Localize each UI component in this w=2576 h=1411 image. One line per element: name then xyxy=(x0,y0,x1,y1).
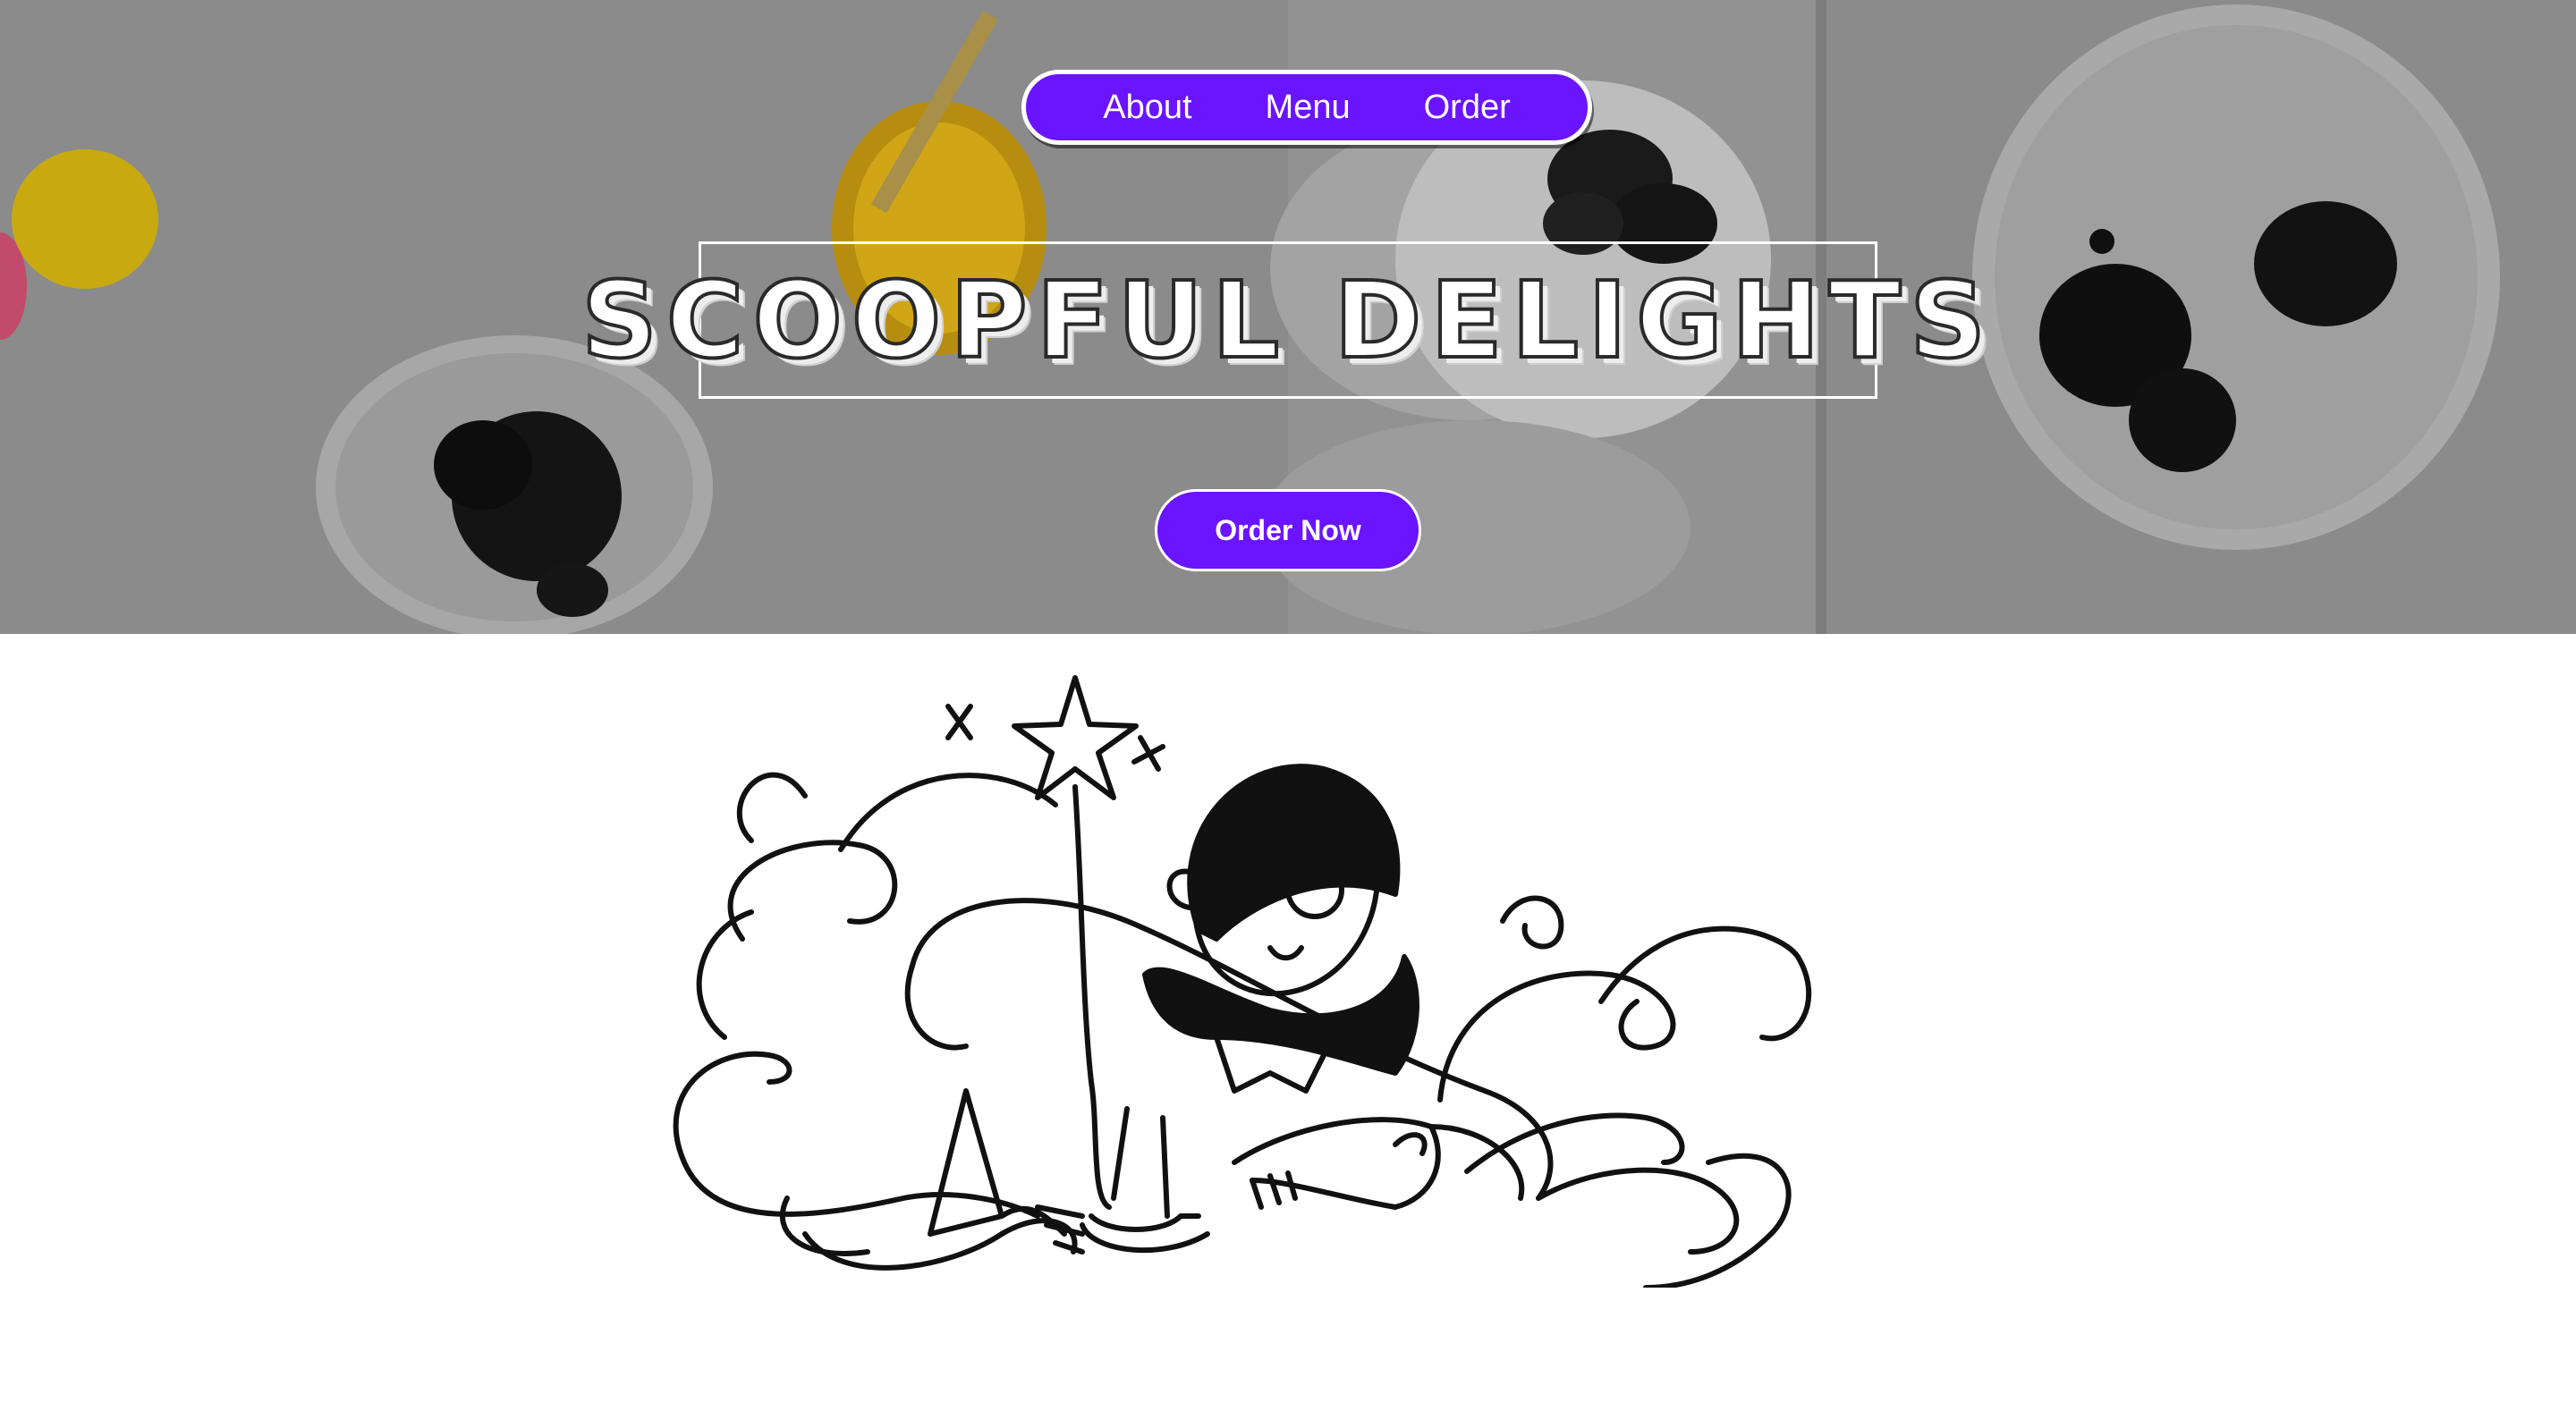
nav-order[interactable]: Order xyxy=(1424,89,1511,127)
nav-about[interactable]: About xyxy=(1103,89,1191,127)
hero-title-frame: SCOOPFUL DELIGHTS xyxy=(580,241,1987,399)
wizard-illustration xyxy=(673,675,1812,1288)
person-hair xyxy=(1187,764,1401,942)
star-icon xyxy=(1012,675,1139,800)
order-now-button[interactable]: Order Now xyxy=(1155,489,1421,571)
nav-menu[interactable]: Menu xyxy=(1266,89,1351,127)
hero-title: SCOOPFUL DELIGHTS xyxy=(580,258,1996,382)
hero-section: About Menu Order SCOOPFUL DELIGHTS Order… xyxy=(0,0,2576,634)
top-navigation: About Menu Order xyxy=(1021,70,1592,145)
